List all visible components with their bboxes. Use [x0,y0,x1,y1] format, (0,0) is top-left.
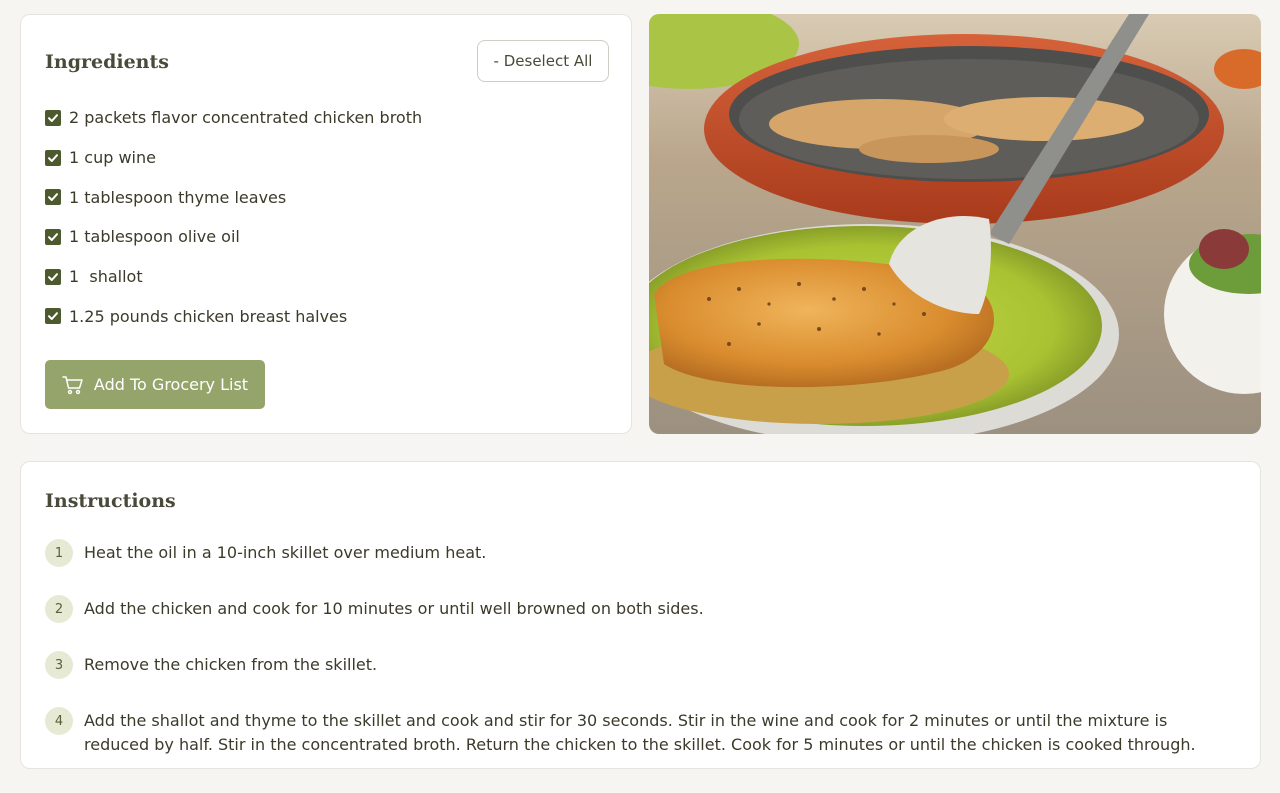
step-number-badge: 2 [45,595,73,623]
add-to-grocery-list-button[interactable]: Add To Grocery List [45,360,265,409]
checkbox-checked-icon[interactable] [45,268,61,285]
instruction-step: 3 Remove the chicken from the skillet. [45,651,1225,679]
ingredient-item[interactable]: 1.25 pounds chicken breast halves [45,296,422,336]
ingredient-label: 2 packets flavor concentrated chicken br… [69,108,423,128]
chicken-dish-image [649,14,1261,434]
step-text: Add the shallot and thyme to the skillet… [84,711,1196,754]
checkbox-checked-icon[interactable] [45,228,61,245]
recipe-photo [649,14,1261,434]
step-text: Remove the chicken from the skillet. [84,655,378,674]
shopping-cart-icon [62,375,83,394]
instructions-card: Instructions 1 Heat the oil in a 10-inch… [20,461,1261,769]
step-text: Add the chicken and cook for 10 minutes … [84,599,704,618]
deselect-all-button[interactable]: - Deselect All [477,40,609,82]
ingredients-title: Ingredients [45,51,169,73]
step-number-badge: 3 [45,651,73,679]
ingredient-label: 1 cup wine [69,148,156,168]
instruction-step: 1 Heat the oil in a 10-inch skillet over… [45,539,1225,567]
checkbox-checked-icon[interactable] [45,189,61,206]
checkbox-checked-icon[interactable] [45,308,61,325]
instruction-list: 1 Heat the oil in a 10-inch skillet over… [45,539,1225,756]
instruction-step: 4 Add the shallot and thyme to the skill… [45,707,1225,756]
ingredient-item[interactable]: 1 cup wine [45,138,422,178]
ingredient-label: 1 tablespoon olive oil [69,227,240,247]
step-text: Heat the oil in a 10-inch skillet over m… [84,543,487,562]
instruction-step: 2 Add the chicken and cook for 10 minute… [45,595,1225,623]
ingredient-label: 1 shallot [69,267,143,287]
ingredient-label: 1.25 pounds chicken breast halves [69,306,348,326]
checkbox-checked-icon[interactable] [45,149,61,166]
ingredient-item[interactable]: 1 tablespoon olive oil [45,217,422,257]
step-number-badge: 1 [45,539,73,567]
ingredient-label: 1 tablespoon thyme leaves [69,187,287,207]
step-number-badge: 4 [45,707,73,735]
grocery-button-label: Add To Grocery List [93,375,249,394]
instructions-title: Instructions [45,490,176,512]
checkbox-checked-icon[interactable] [45,109,61,126]
ingredient-item[interactable]: 1 tablespoon thyme leaves [45,177,422,217]
ingredient-item[interactable]: 2 packets flavor concentrated chicken br… [45,98,422,138]
ingredients-card: Ingredients - Deselect All 2 packets fla… [20,14,632,434]
ingredient-item[interactable]: 1 shallot [45,257,422,297]
ingredient-list: 2 packets flavor concentrated chicken br… [45,98,422,336]
